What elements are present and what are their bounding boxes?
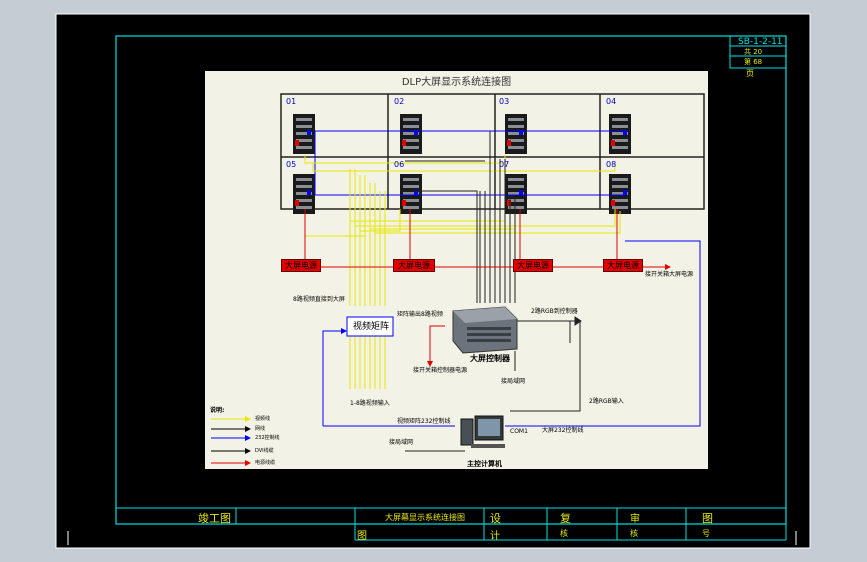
legend-item-rs232: 232控制线 — [255, 435, 280, 441]
cell-label-05: 05 — [286, 160, 297, 169]
note-video-in: 1-8路视频输入 — [350, 400, 390, 407]
legend-item-video: 视频线 — [255, 416, 271, 422]
controller-label: 大屏控制器 — [470, 354, 510, 363]
design-label-bottom: 计 — [490, 531, 500, 542]
psu-box-1: 大屏电源 — [281, 259, 321, 272]
note-lan-ctrl: 接局域网 — [501, 378, 526, 385]
projector-unit-3 — [505, 114, 527, 154]
sheet-code: SB-1-2-11 — [738, 37, 783, 47]
projector-unit-1 — [293, 114, 315, 154]
computer-image — [460, 415, 505, 448]
legend-item-power: 电源线缆 — [255, 460, 276, 466]
cell-label-07: 07 — [499, 160, 510, 169]
legend-item-dvi: DVI线缆 — [255, 448, 274, 454]
sheet-total: 共 20 — [744, 48, 763, 56]
note-ctrl-power: 接开关箱控制器电源 — [413, 367, 468, 374]
cell-label-02: 02 — [394, 97, 405, 106]
projector-unit-2 — [400, 114, 422, 154]
drawing-number-label-top: 图 — [702, 512, 713, 525]
note-com1: COM1 — [510, 428, 528, 435]
audit-label-top: 审 — [630, 514, 640, 525]
cell-label-08: 08 — [606, 160, 617, 169]
note-screen-232: 大屏232控制线 — [542, 427, 584, 434]
drawing-number-label-bottom: 号 — [702, 529, 710, 538]
cell-label-01: 01 — [286, 97, 297, 106]
drawing-name-label: 图 — [357, 531, 367, 542]
review-label-bottom: 核 — [560, 529, 568, 538]
psu-box-4: 大屏电源 — [603, 259, 643, 272]
cell-label-06: 06 — [394, 160, 405, 169]
note-direct-video: 8路视频直接到大屏 — [293, 296, 345, 303]
note-lan-pc: 接局域网 — [389, 439, 414, 446]
drawing-name: 大屏幕显示系统连接图 — [385, 513, 465, 522]
note-rgb-ctrl: 2路RGB到控制器 — [531, 308, 578, 315]
psu-note: 接开关箱大屏电源 — [645, 271, 694, 278]
matrix-label: 视频矩阵 — [352, 322, 389, 332]
projector-unit-6 — [400, 174, 422, 214]
legend-item-network: 网线 — [255, 426, 266, 432]
psu-box-2: 大屏电源 — [393, 259, 435, 272]
note-rgb-in: 2路RGB输入 — [589, 398, 624, 405]
connection-diagram: DLP大屏显示系统连接图 01 02 03 04 05 06 07 08 大屏电… — [205, 71, 708, 469]
drawing-type: 竣工图 — [198, 512, 231, 525]
controller-chassis — [452, 306, 518, 354]
audit-label-bottom: 核 — [630, 529, 638, 538]
cell-label-04: 04 — [606, 97, 617, 106]
cell-label-03: 03 — [499, 97, 510, 106]
projector-unit-5 — [293, 174, 315, 214]
page-label: 页 — [746, 69, 754, 78]
computer-label: 主控计算机 — [467, 460, 502, 468]
note-matrix-232: 视频矩阵232控制线 — [397, 418, 451, 425]
projector-unit-7 — [505, 174, 527, 214]
psu-box-3: 大屏电源 — [513, 259, 553, 272]
projector-unit-8 — [609, 174, 631, 214]
sheet-number: 第 68 — [744, 58, 763, 66]
design-label-top: 设 — [490, 512, 501, 525]
review-label-top: 复 — [560, 512, 571, 525]
legend-heading: 说明: — [210, 407, 225, 414]
note-matrix-out: 矩阵输出8路视频 — [397, 311, 443, 318]
projector-unit-4 — [609, 114, 631, 154]
